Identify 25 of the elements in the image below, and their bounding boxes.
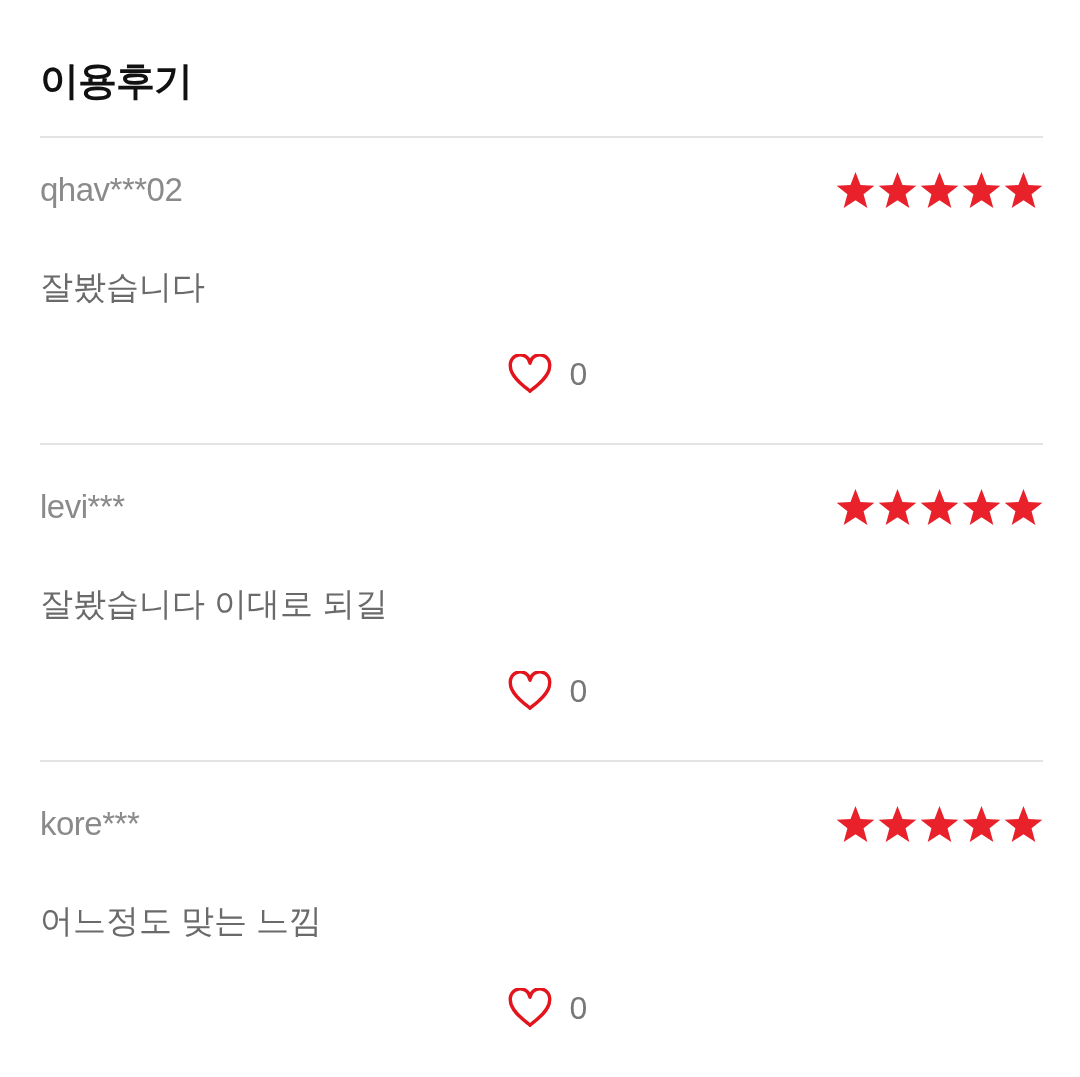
review-text: 잘봤습니다	[40, 267, 205, 307]
star-icon	[836, 806, 875, 842]
star-icon	[1004, 489, 1043, 525]
star-icon	[920, 806, 959, 842]
like-button[interactable]: 0	[505, 988, 588, 1028]
star-icon	[920, 172, 959, 208]
star-icon	[920, 489, 959, 525]
like-button[interactable]: 0	[505, 354, 588, 394]
star-icon	[962, 806, 1001, 842]
star-icon	[1004, 806, 1043, 842]
star-icon	[962, 489, 1001, 525]
username: levi***	[40, 487, 125, 527]
star-icon	[962, 172, 1001, 208]
star-icon	[878, 489, 917, 525]
star-icon	[878, 172, 917, 208]
like-button[interactable]: 0	[505, 671, 588, 711]
section-title: 이용후기	[40, 58, 192, 104]
review-text: 어느정도 맞는 느낌	[40, 901, 323, 941]
username: kore***	[40, 804, 140, 844]
star-icon	[878, 806, 917, 842]
username: qhav***02	[40, 170, 183, 210]
star-icon	[1004, 172, 1043, 208]
star-icon	[836, 172, 875, 208]
star-icon	[836, 489, 875, 525]
review-text: 잘봤습니다 이대로 되길	[40, 584, 389, 624]
